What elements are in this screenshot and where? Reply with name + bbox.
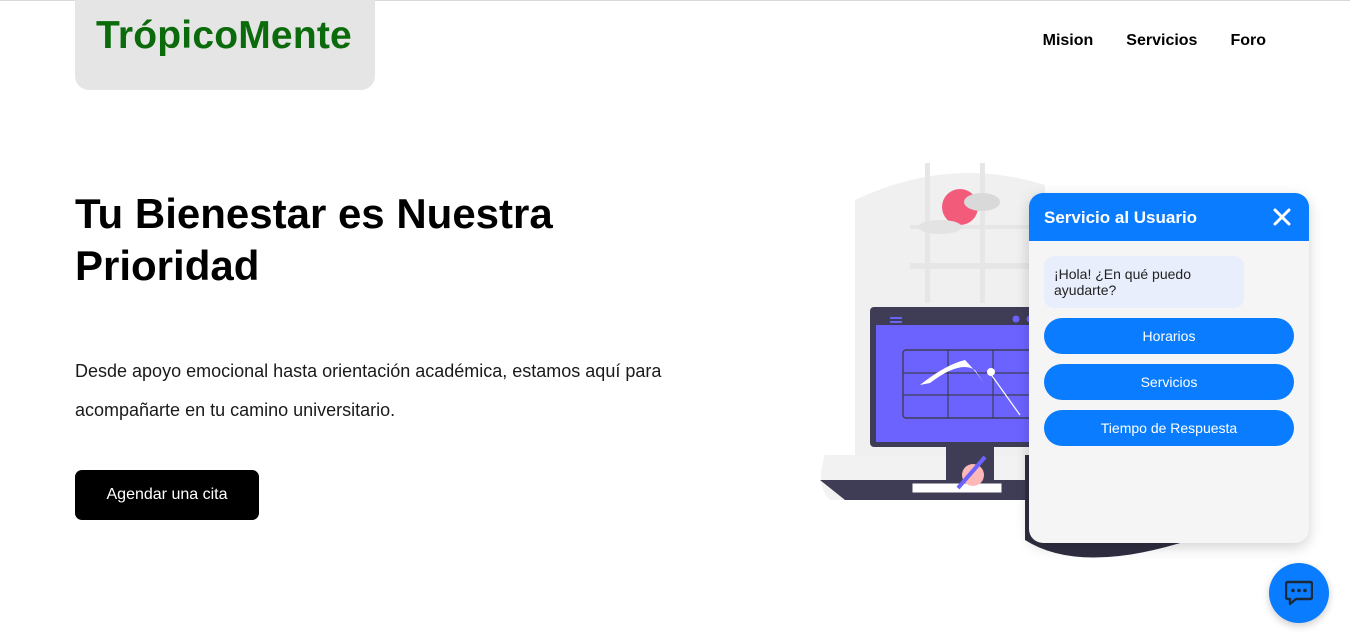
chat-option-servicios[interactable]: Servicios <box>1044 364 1294 400</box>
chat-launcher-button[interactable] <box>1269 563 1329 623</box>
chat-header: Servicio al Usuario <box>1029 193 1309 241</box>
hero-title: Tu Bienestar es Nuestra Prioridad <box>75 190 553 289</box>
logo-container[interactable]: TrópicoMente <box>75 0 375 90</box>
schedule-appointment-button[interactable]: Agendar una cita <box>75 470 259 520</box>
chat-option-horarios[interactable]: Horarios <box>1044 318 1294 354</box>
main-nav: Mision Servicios Foro <box>1043 32 1266 50</box>
nav-link-servicios[interactable]: Servicios <box>1126 32 1197 50</box>
logo-text: TrópicoMente <box>96 14 352 57</box>
chat-bubble-icon <box>1285 580 1313 606</box>
nav-link-mision[interactable]: Mision <box>1043 32 1094 50</box>
close-icon[interactable] <box>1271 206 1293 228</box>
hero-description: Desde apoyo emocional hasta orientación … <box>75 361 662 420</box>
chat-option-tiempo-respuesta[interactable]: Tiempo de Respuesta <box>1044 410 1294 446</box>
nav-link-foro[interactable]: Foro <box>1230 32 1266 50</box>
chat-title: Servicio al Usuario <box>1044 208 1198 227</box>
chat-panel: Servicio al Usuario ¡Hola! ¿En qué puedo… <box>1029 193 1309 543</box>
chat-greeting-message: ¡Hola! ¿En qué puedo ayudarte? <box>1044 256 1244 308</box>
